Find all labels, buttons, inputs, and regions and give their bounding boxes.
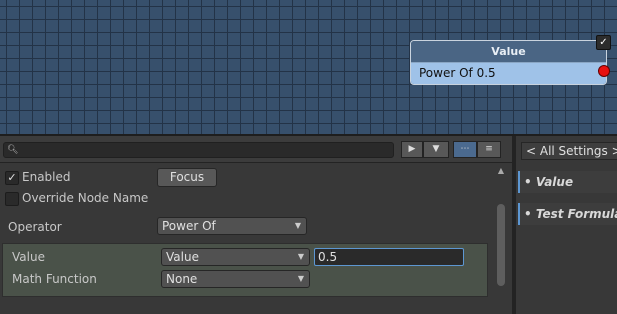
chevron-down-icon: ▼ <box>297 252 304 261</box>
math-function-label: Math Function <box>12 272 97 286</box>
math-function-dropdown[interactable]: None ▼ <box>161 270 310 288</box>
compact-view-icon[interactable]: ⋯ <box>453 141 477 158</box>
graph-canvas[interactable]: Value Power Of 0.5 ✓ <box>0 0 617 134</box>
settings-item-test-formula[interactable]: • Test Formula <box>518 203 617 225</box>
chevron-down-icon: ▼ <box>297 274 304 283</box>
value-node[interactable]: Value Power Of 0.5 <box>410 40 607 85</box>
math-function-value: None <box>166 272 198 286</box>
inspector-panel: 🔍︎ ▶ ▼ ⋯ ≡ ✓ Enabled Focus Override Node… <box>0 136 512 314</box>
override-node-name-label: Override Node Name <box>22 191 149 205</box>
node-title[interactable]: Value <box>411 41 606 63</box>
value-label: Value <box>12 250 45 264</box>
node-output-label[interactable]: Power Of 0.5 <box>411 63 606 84</box>
focus-button[interactable]: Focus <box>157 168 217 187</box>
enabled-label: Enabled <box>22 170 71 184</box>
search-input[interactable]: 🔍︎ <box>3 142 394 158</box>
value-input[interactable]: 0.5 <box>314 248 464 266</box>
play-options-dropdown[interactable]: ▼ <box>423 141 449 158</box>
scroll-up-icon[interactable]: ▲ <box>494 166 508 175</box>
value-source-value: Value <box>166 250 199 264</box>
inspector-scrollbar[interactable]: ▲ <box>494 166 508 288</box>
search-icon: 🔍︎ <box>7 145 19 155</box>
chevron-down-icon: ▼ <box>294 221 301 230</box>
inspector-toolbar: 🔍︎ ▶ ▼ ⋯ ≡ <box>0 136 512 163</box>
play-button[interactable]: ▶ <box>401 141 423 158</box>
node-enabled-checkbox[interactable]: ✓ <box>596 35 611 50</box>
output-port[interactable] <box>598 65 610 77</box>
settings-item-value[interactable]: • Value <box>518 171 617 193</box>
operator-value: Power Of <box>162 219 216 233</box>
scrollbar-thumb[interactable] <box>497 204 505 286</box>
enabled-checkbox[interactable]: ✓ <box>5 171 19 185</box>
all-settings-header[interactable]: < All Settings > <box>521 142 617 160</box>
list-view-icon[interactable]: ≡ <box>477 141 501 158</box>
operator-label: Operator <box>8 220 62 234</box>
settings-panel: < All Settings > • Value • Test Formula <box>516 136 617 314</box>
value-source-dropdown[interactable]: Value ▼ <box>161 248 310 266</box>
override-node-name-checkbox[interactable] <box>5 192 19 206</box>
operator-dropdown[interactable]: Power Of ▼ <box>157 217 307 235</box>
